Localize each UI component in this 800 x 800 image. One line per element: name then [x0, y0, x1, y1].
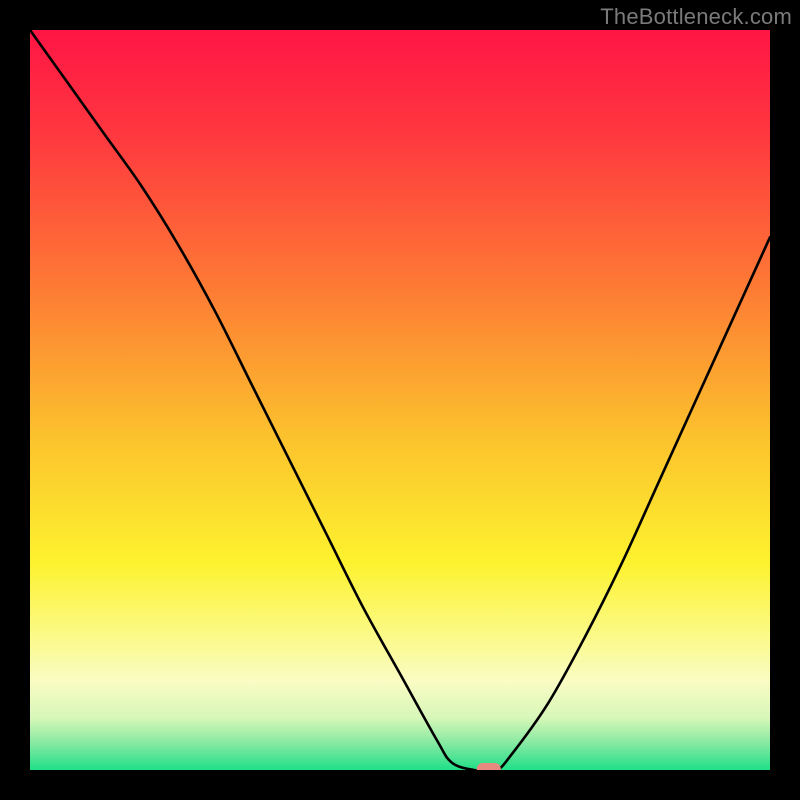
plot-area — [30, 30, 770, 770]
gradient-background — [30, 30, 770, 770]
optimal-marker — [477, 763, 501, 770]
chart-frame: TheBottleneck.com — [0, 0, 800, 800]
watermark-label: TheBottleneck.com — [600, 4, 792, 30]
chart-svg — [30, 30, 770, 770]
